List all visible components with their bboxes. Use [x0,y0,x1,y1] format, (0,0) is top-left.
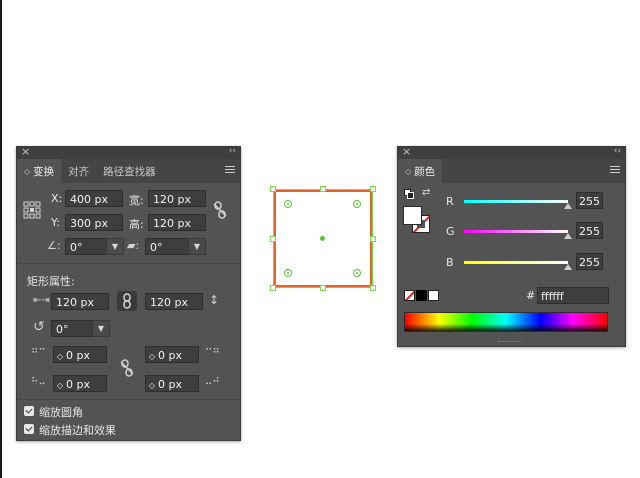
swap-colors-icon[interactable]: ⇄ [422,187,430,198]
x-input[interactable]: 400 px [65,190,123,207]
tab-bar: ◇ 颜色 [398,159,625,183]
collapse-icon[interactable]: ‹‹ [614,146,621,156]
stepper-icon[interactable]: ◇ [146,348,158,365]
scale-corners-checkbox[interactable] [24,406,34,416]
window-edge [0,0,2,478]
rect-height-input[interactable]: 120 px [145,293,203,310]
rect-width-input[interactable]: 120 px [51,293,109,310]
g-slider-thumb[interactable] [564,233,572,239]
resize-handle-tl[interactable] [270,186,276,192]
tab-color[interactable]: ◇ 颜色 [398,159,443,183]
tab-transform[interactable]: ◇ 变换 [17,159,62,183]
y-input[interactable]: 300 px [65,214,123,231]
scale-strokes-label: 缩放描边和效果 [39,424,116,437]
resize-handle-tr[interactable] [370,186,376,192]
divider [17,399,240,400]
y-label: Y: [51,216,60,229]
height-label: 高: [129,218,144,231]
x-label: X: [51,192,63,205]
selected-rectangle[interactable] [270,186,376,291]
r-label: R [446,195,454,208]
corner-widget-tl[interactable] [284,200,292,208]
corner-widget-tr[interactable] [353,200,361,208]
none-swatch[interactable] [404,290,415,301]
resize-grip-icon[interactable] [498,341,522,345]
tab-align[interactable]: 对齐 [61,159,96,183]
expand-icon: ◇ [24,166,31,176]
shear-dropdown[interactable]: ▼ [188,238,206,255]
scale-corners-label: 缩放圆角 [39,406,83,419]
link-broken-icon[interactable] [212,201,228,219]
default-colors-icon[interactable] [404,189,414,199]
collapse-icon[interactable]: ‹‹ [229,146,236,156]
g-slider[interactable] [464,230,568,233]
rect-rotate-dropdown[interactable]: ▼ [92,320,110,337]
shear-input[interactable]: 0° [145,238,189,255]
corner-widget-br[interactable] [353,269,361,277]
r-input[interactable]: 255 [576,192,603,209]
corner-tl-input[interactable]: ◇ 0 px [53,346,107,363]
g-label: G [446,225,455,238]
shear-icon: ▰: [127,239,140,252]
rotate-angle-icon: ∠: [47,239,61,252]
r-slider-thumb[interactable] [564,203,572,209]
corner-bl-icon: ⠓⠤ [31,377,46,388]
divider [17,263,240,264]
width-input[interactable]: 120 px [148,190,206,207]
width-arrows-icon: ⇤⇥ [33,295,50,306]
link-corners-icon[interactable] [119,359,135,377]
resize-handle-b[interactable] [320,285,326,291]
corner-tr-icon: ⠉⠛ [205,348,220,359]
resize-handle-r[interactable] [370,236,376,242]
scale-strokes-checkbox[interactable] [24,424,34,434]
b-slider[interactable] [464,261,568,264]
rect-rotate-input[interactable]: 0° [51,320,93,337]
transform-panel: × ‹‹ ◇ 变换 对齐 路径查找器 X: 400 px 宽: 120 px Y:… [16,145,241,441]
expand-icon: ◇ [405,166,412,176]
stepper-icon[interactable]: ◇ [54,348,66,365]
close-icon[interactable]: × [402,145,411,158]
tab-bar: ◇ 变换 对齐 路径查找器 [17,159,240,183]
white-swatch[interactable] [428,290,439,301]
panel-title-bar: × ‹‹ [398,145,625,159]
height-arrows-icon: ↕ [209,293,220,307]
corner-tr-input[interactable]: ◇ 0 px [145,346,199,363]
corner-tl-icon: ⠛⠉ [31,348,46,359]
resize-handle-l[interactable] [270,236,276,242]
center-point [320,236,325,241]
corner-br-icon: ⠤⠚ [205,377,220,388]
height-input[interactable]: 120 px [148,214,206,231]
panel-menu-icon[interactable] [225,166,235,175]
hex-input[interactable]: ffffff [537,287,609,304]
color-panel: × ‹‹ ◇ 颜色 ⇄ R 255 G 255 B 255 # ffffff [397,145,626,347]
corner-br-input[interactable]: ◇ 0 px [145,375,199,392]
rotate-input[interactable]: 0° [65,238,107,255]
stepper-icon[interactable]: ◇ [54,377,66,394]
b-slider-thumb[interactable] [564,264,572,270]
fill-swatch[interactable] [403,206,422,225]
rect-props-title: 矩形属性: [27,275,75,288]
rect-rotate-icon: ↺ [33,319,45,335]
link-constrain-icon[interactable] [117,291,137,311]
b-label: B [446,256,454,269]
resize-handle-bl[interactable] [270,285,276,291]
r-slider[interactable] [464,200,568,203]
stepper-icon[interactable]: ◇ [146,377,158,394]
resize-handle-t[interactable] [320,186,326,192]
width-label: 宽: [129,194,144,207]
corner-bl-input[interactable]: ◇ 0 px [53,375,107,392]
spectrum-bar[interactable] [404,312,608,332]
corner-widget-bl[interactable] [284,269,292,277]
hex-label: # [526,289,536,302]
black-swatch[interactable] [416,290,427,301]
b-input[interactable]: 255 [576,253,603,270]
rotate-dropdown[interactable]: ▼ [106,238,124,255]
tab-pathfinder[interactable]: 路径查找器 [96,159,163,183]
panel-menu-icon[interactable] [610,166,620,175]
g-input[interactable]: 255 [576,222,603,239]
reference-point-icon[interactable] [23,201,41,219]
resize-handle-br[interactable] [370,285,376,291]
close-icon[interactable]: × [21,145,30,158]
panel-title-bar: × ‹‹ [17,145,240,159]
